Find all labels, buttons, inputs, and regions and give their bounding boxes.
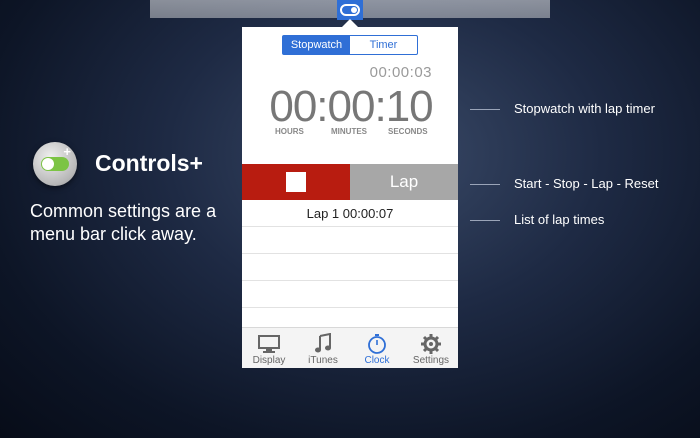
- gear-icon: [420, 333, 442, 355]
- minutes-label: MINUTES: [331, 127, 367, 136]
- lap-row: Lap 1 00:00:07: [242, 200, 458, 227]
- lap-list: Lap 1 00:00:07: [242, 200, 458, 308]
- callout-stopwatch: Stopwatch with lap timer: [514, 101, 655, 116]
- current-lap-time: 00:00:03: [369, 64, 432, 81]
- callout-line: [470, 109, 500, 110]
- mode-segmented-control: Stopwatch Timer: [282, 35, 418, 55]
- callout-lap-list: List of lap times: [514, 212, 605, 227]
- app-logo: +: [33, 142, 77, 186]
- app-tagline: Common settings are a menu bar click awa…: [30, 201, 217, 244]
- elapsed-time: 00:00:10: [269, 82, 433, 131]
- lap-row: [242, 281, 458, 308]
- display-icon: [257, 333, 281, 355]
- popover-caret: [342, 19, 358, 27]
- music-note-icon: [313, 333, 333, 355]
- callout-line: [470, 220, 500, 221]
- app-title: Controls+: [95, 150, 203, 176]
- stopwatch-icon: [366, 333, 388, 355]
- tab-stopwatch[interactable]: Stopwatch: [283, 36, 350, 54]
- lap-button[interactable]: Lap: [350, 164, 458, 200]
- controls-menubar-icon[interactable]: [337, 0, 363, 20]
- stop-button[interactable]: [242, 164, 350, 200]
- tab-clock-label: Clock: [364, 355, 390, 366]
- tab-timer[interactable]: Timer: [350, 36, 417, 54]
- lap-row: [242, 254, 458, 281]
- callout-controls: Start - Stop - Lap - Reset: [514, 176, 659, 191]
- tab-settings[interactable]: Settings: [404, 328, 458, 368]
- tab-clock[interactable]: Clock: [350, 328, 404, 368]
- tab-itunes[interactable]: iTunes: [296, 328, 350, 368]
- lap-row: [242, 227, 458, 254]
- tab-display[interactable]: Display: [242, 328, 296, 368]
- tab-display-label: Display: [252, 355, 286, 366]
- seconds-label: SECONDS: [388, 127, 428, 136]
- stopwatch-panel: Stopwatch Timer 00:00:03 00:00:10 HOURS …: [242, 27, 458, 368]
- bottom-tab-bar: Display iTunes Clock Settings: [242, 327, 458, 368]
- hours-label: HOURS: [275, 127, 304, 136]
- stop-icon: [286, 172, 306, 192]
- tab-itunes-label: iTunes: [308, 355, 338, 366]
- tab-settings-label: Settings: [412, 355, 450, 366]
- callout-line: [470, 184, 500, 185]
